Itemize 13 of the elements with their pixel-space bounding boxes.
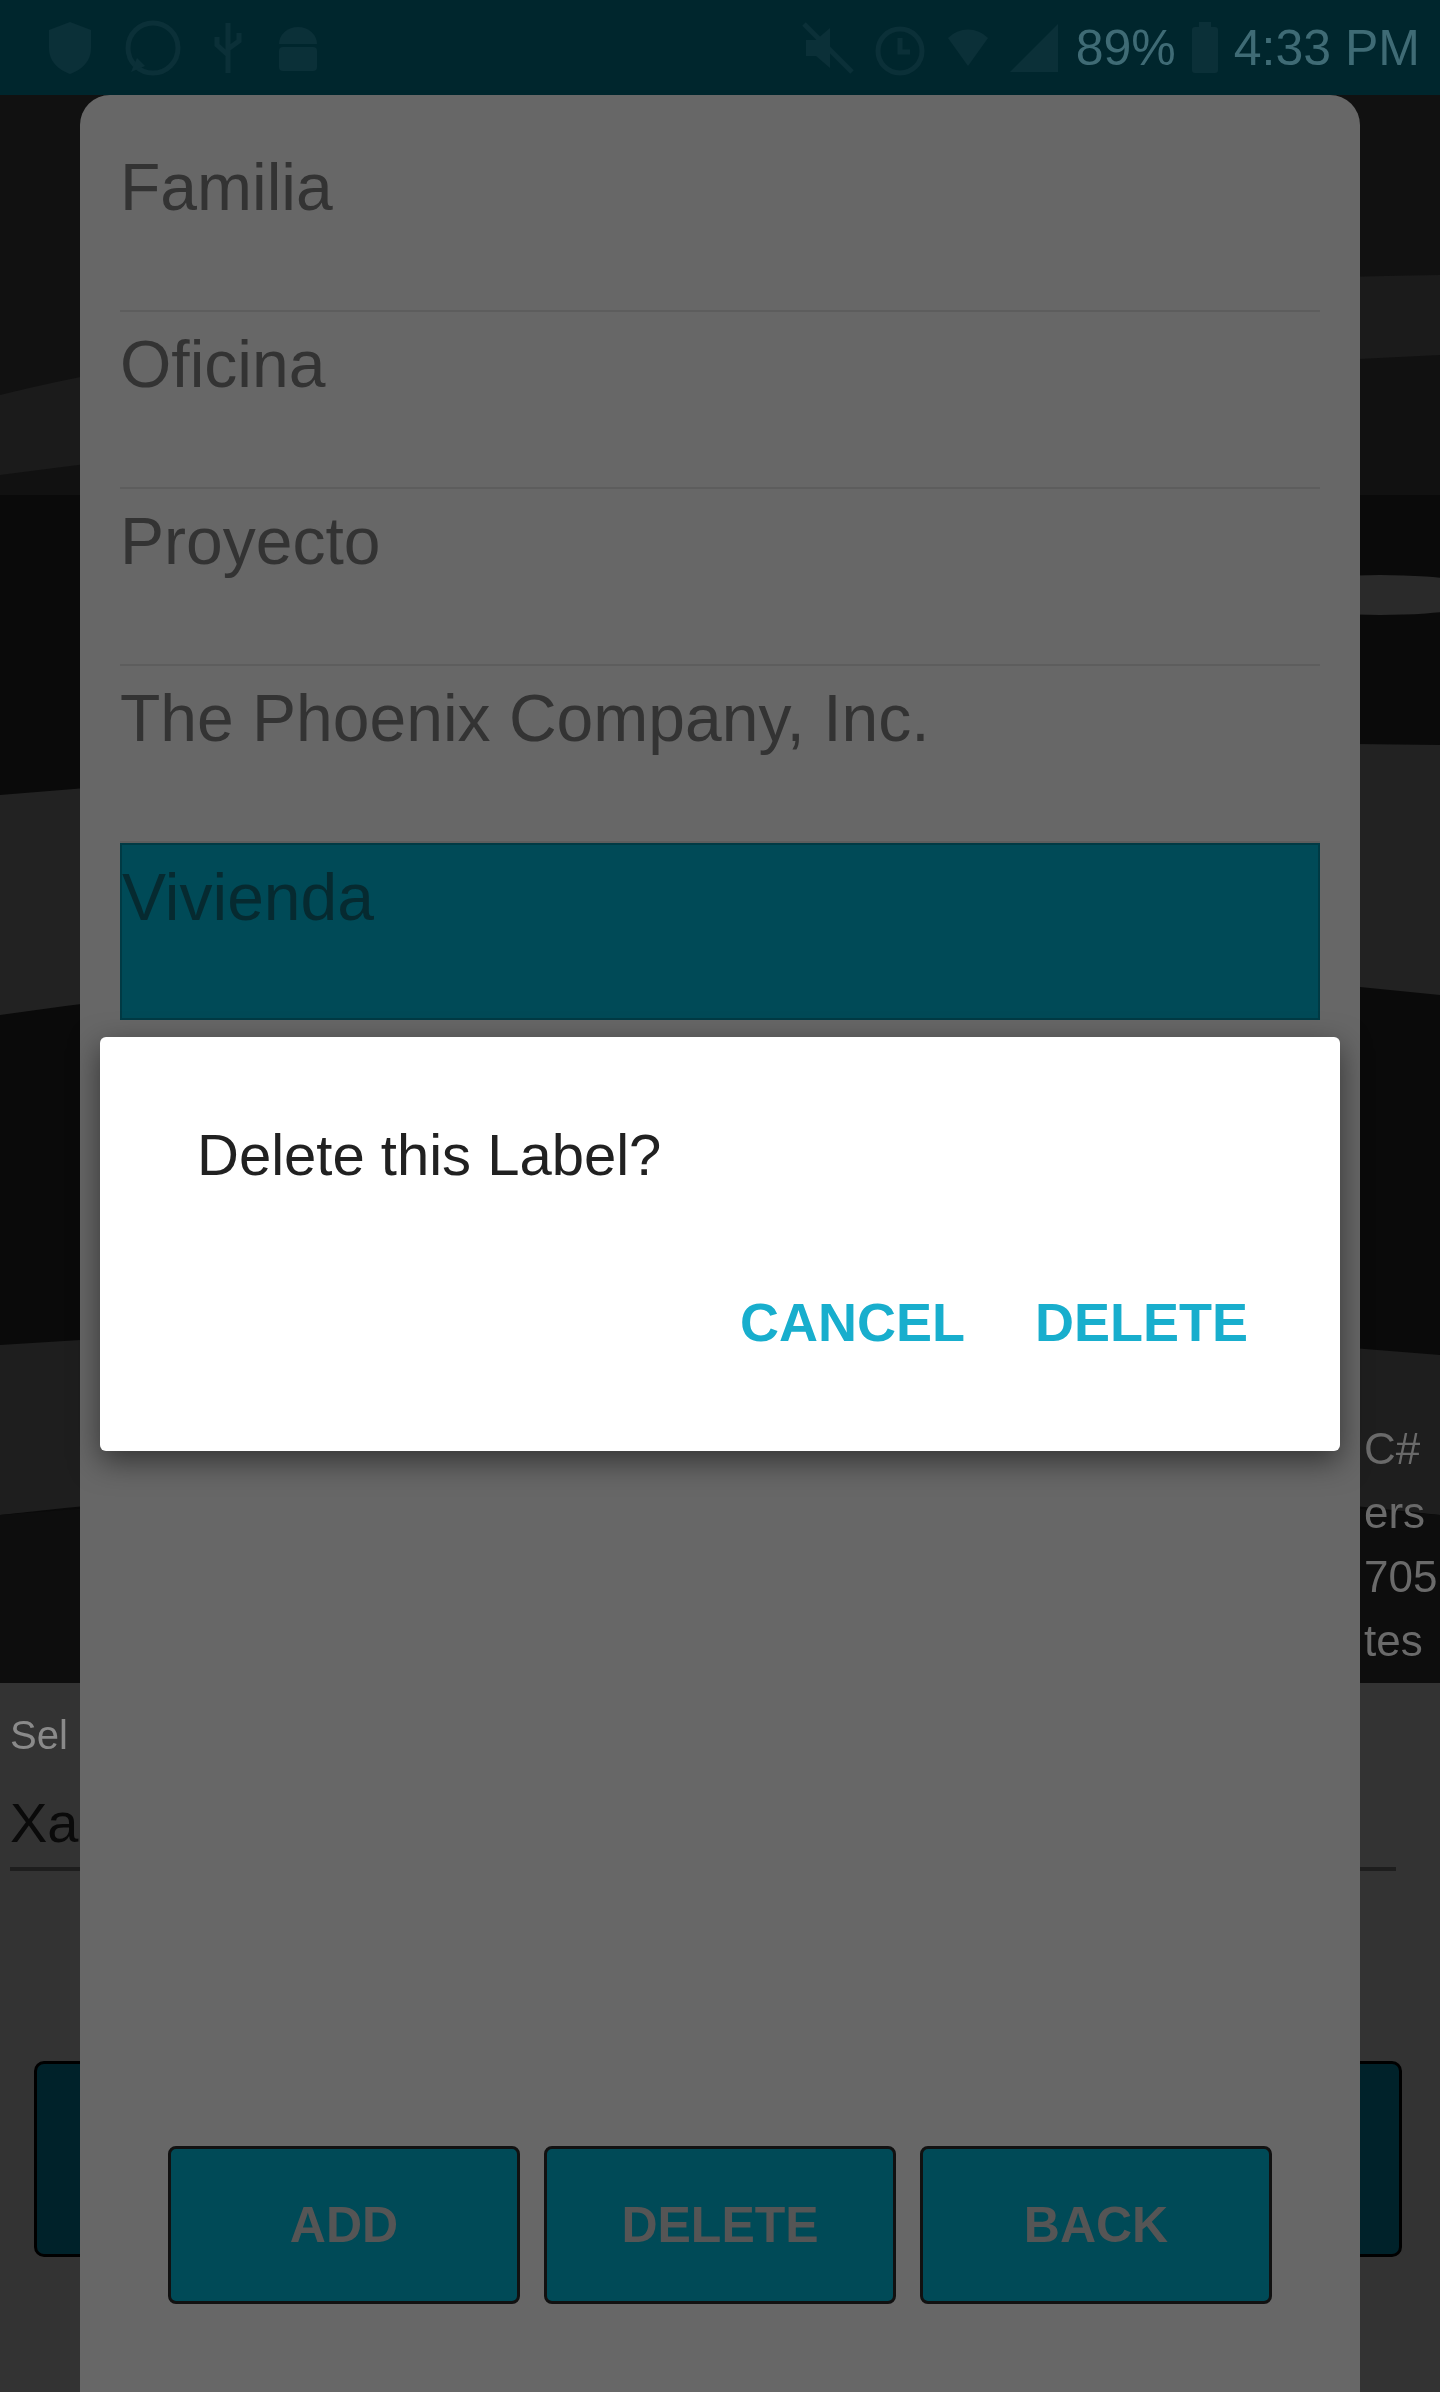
- field-label: Sel: [10, 1712, 68, 1759]
- clock: 4:33 PM: [1233, 18, 1420, 77]
- battery-percent: 89%: [1075, 18, 1176, 77]
- dialog-button[interactable]: ADD: [168, 2146, 520, 2304]
- side-text: 705: [1364, 1551, 1438, 1603]
- side-text: tes: [1364, 1615, 1423, 1667]
- alert-button[interactable]: CANCEL: [729, 1291, 975, 1353]
- side-text: C#: [1364, 1423, 1421, 1475]
- alert-button[interactable]: DELETE: [1024, 1291, 1258, 1353]
- dialog-button[interactable]: DELETE: [544, 2146, 896, 2304]
- dialog-button[interactable]: BACK: [920, 2146, 1272, 2304]
- alert-message: Delete this Label?: [197, 1121, 663, 1189]
- side-text: ers: [1364, 1487, 1426, 1539]
